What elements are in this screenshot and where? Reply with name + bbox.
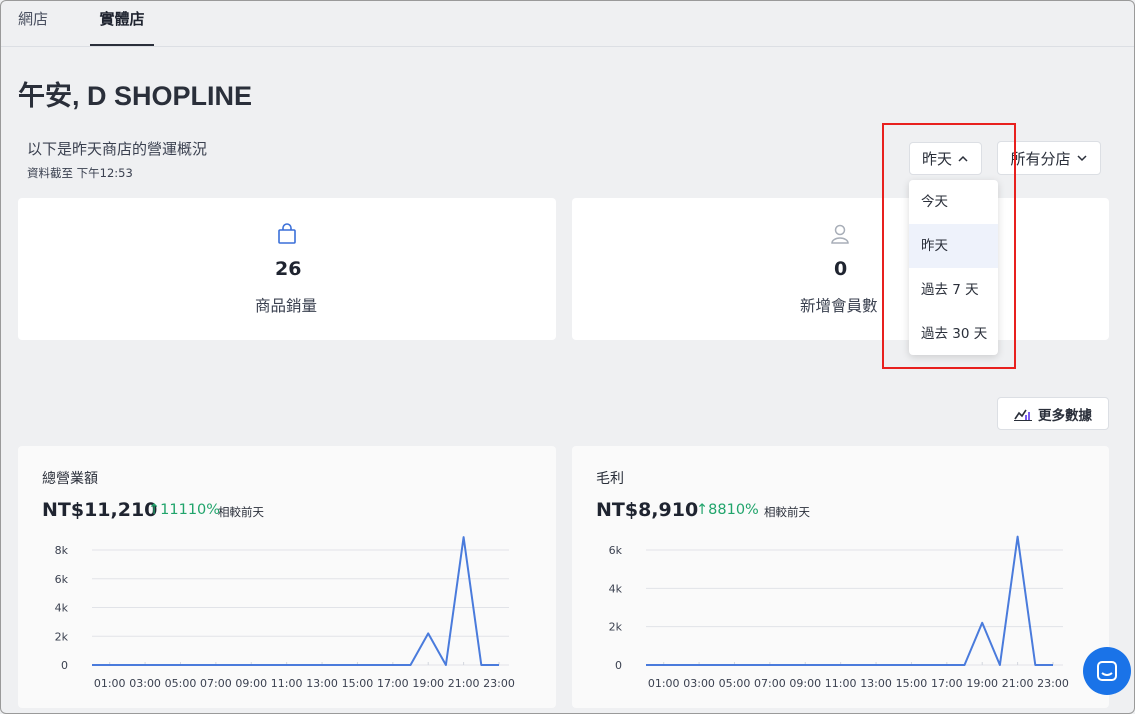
x-tick-label: 17:00 bbox=[931, 677, 963, 690]
x-tick-label: 05:00 bbox=[719, 677, 751, 690]
x-tick-label: 09:00 bbox=[235, 677, 267, 690]
chart-icon bbox=[1014, 409, 1032, 421]
items-sold-value: 26 bbox=[275, 258, 302, 280]
y-tick-label: 6k bbox=[55, 573, 69, 586]
x-tick-label: 13:00 bbox=[306, 677, 338, 690]
new-members-value: 0 bbox=[834, 258, 848, 280]
x-tick-label: 05:00 bbox=[165, 677, 197, 690]
x-tick-label: 23:00 bbox=[1037, 677, 1069, 690]
gross-profit-card: 毛利 NT$8,910 ↑8810% 相較前天 0 2k 4k 6k 01:00 03:0… bbox=[572, 446, 1109, 708]
x-tick-label: 19:00 bbox=[966, 677, 998, 690]
new-members-label: 新增會員數 bbox=[800, 297, 878, 315]
date-option-today[interactable]: 今天 bbox=[909, 180, 998, 224]
x-tick-label: 07:00 bbox=[754, 677, 786, 690]
chevron-up-icon bbox=[958, 155, 968, 162]
branch-dropdown[interactable]: 所有分店 bbox=[997, 141, 1101, 175]
x-tick-label: 03:00 bbox=[683, 677, 715, 690]
chevron-down-icon bbox=[1076, 155, 1087, 162]
tab-online-store[interactable]: 網店 bbox=[18, 0, 52, 46]
x-tick-label: 17:00 bbox=[377, 677, 409, 690]
channel-tabs: 網店 實體店 bbox=[0, 0, 1135, 47]
tab-retail-store[interactable]: 實體店 bbox=[90, 0, 154, 46]
date-option-yesterday[interactable]: 昨天 bbox=[909, 224, 998, 268]
date-range-dropdown[interactable]: 昨天 bbox=[909, 142, 982, 175]
revenue-line-chart: 02k4k6k8k01:00 03:00 05:00 07:00 09:00 11:00 1… bbox=[55, 536, 515, 690]
y-tick-label: 4k bbox=[609, 582, 623, 595]
x-tick-label: 01:00 bbox=[648, 677, 680, 690]
chat-icon bbox=[1097, 661, 1117, 681]
page-title: 午安, D SHOPLINE bbox=[18, 81, 253, 111]
x-tick-label: 13:00 bbox=[860, 677, 892, 690]
y-tick-label: 0 bbox=[61, 659, 68, 672]
date-range-menu: 今天 昨天 過去 7 天 過去 30 天 bbox=[909, 180, 998, 355]
y-tick-label: 4k bbox=[55, 602, 69, 615]
series-line bbox=[646, 535, 1053, 666]
x-tick-label: 21:00 bbox=[448, 677, 480, 690]
x-tick-label: 01:00 bbox=[94, 677, 126, 690]
y-tick-label: 0 bbox=[615, 659, 622, 672]
more-data-label: 更多數據 bbox=[1038, 407, 1092, 424]
x-tick-label: 07:00 bbox=[200, 677, 232, 690]
data-timestamp: 資料截至 下午12:53 bbox=[27, 166, 133, 180]
date-option-last-7-days[interactable]: 過去 7 天 bbox=[909, 268, 998, 312]
x-tick-label: 09:00 bbox=[789, 677, 821, 690]
y-tick-label: 6k bbox=[609, 544, 623, 557]
x-tick-label: 15:00 bbox=[342, 677, 374, 690]
gross-profit-line-chart: 0 2k 4k 6k 01:00 03:00 05:00 07:00 09:00 11:00 13:… bbox=[609, 535, 1069, 690]
branch-selected: 所有分店 bbox=[1010, 149, 1071, 168]
more-data-button[interactable]: 更多數據 bbox=[997, 397, 1109, 430]
x-tick-label: 19:00 bbox=[412, 677, 444, 690]
series-line bbox=[92, 536, 499, 666]
x-tick-label: 11:00 bbox=[825, 677, 857, 690]
x-tick-label: 03:00 bbox=[129, 677, 161, 690]
y-tick-label: 2k bbox=[609, 621, 623, 634]
chat-button[interactable] bbox=[1083, 647, 1131, 695]
overview-subtitle: 以下是昨天商店的營運概況 bbox=[27, 140, 208, 158]
x-tick-label: 23:00 bbox=[483, 677, 515, 690]
x-tick-label: 21:00 bbox=[1002, 677, 1034, 690]
y-tick-label: 2k bbox=[55, 630, 69, 643]
shopping-bag-icon bbox=[278, 223, 296, 244]
revenue-card: 總營業額 NT$11,210 ↑11110% 相較前天 0 2k 4k 6k 8k 01:… bbox=[18, 446, 556, 708]
date-range-selected: 昨天 bbox=[921, 150, 952, 168]
y-tick-label: 8k bbox=[55, 544, 69, 557]
date-option-last-30-days[interactable]: 過去 30 天 bbox=[909, 312, 998, 356]
x-tick-label: 15:00 bbox=[896, 677, 928, 690]
x-tick-label: 11:00 bbox=[271, 677, 303, 690]
items-sold-label: 商品銷量 bbox=[255, 297, 318, 315]
user-icon bbox=[831, 224, 849, 244]
